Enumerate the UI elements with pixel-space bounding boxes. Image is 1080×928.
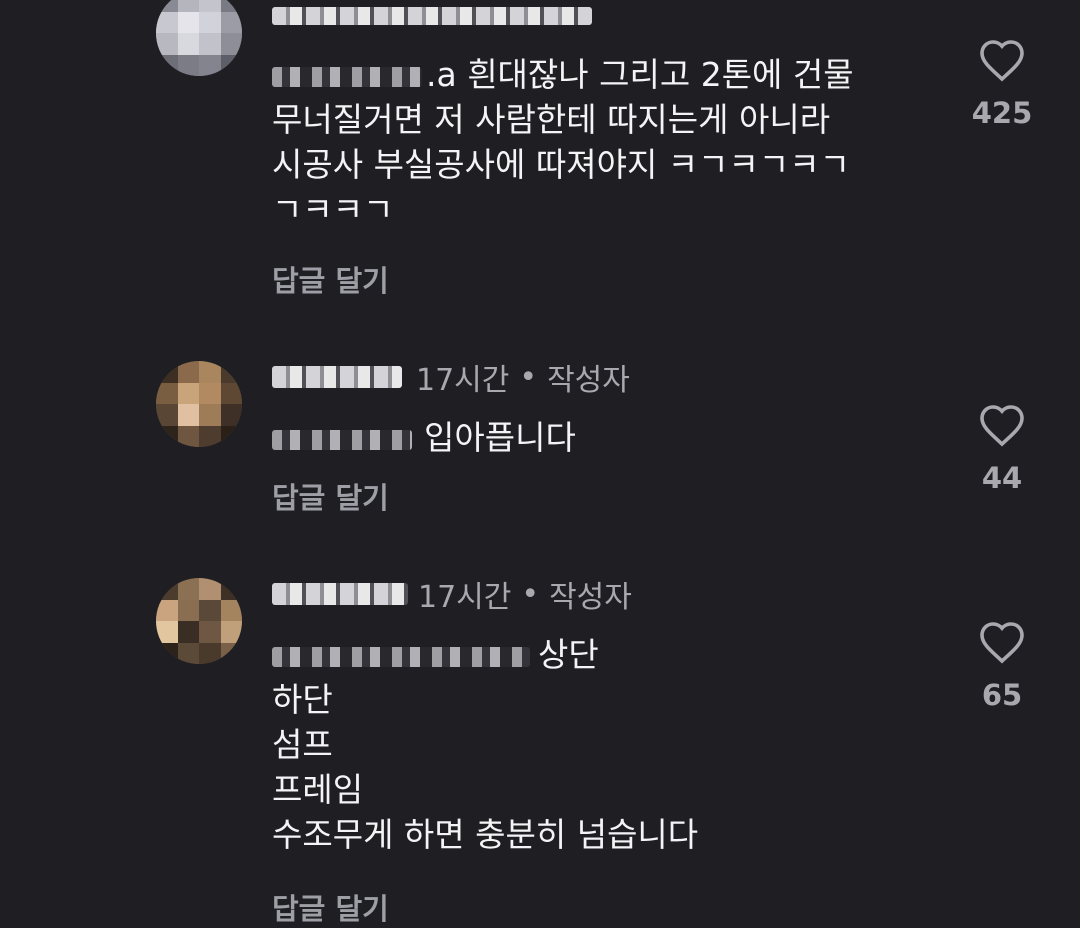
- avatar[interactable]: [156, 578, 242, 664]
- comment-line: ㄱㅋㅋㄱ: [272, 190, 394, 229]
- redacted-username[interactable]: [272, 7, 592, 25]
- like-button[interactable]: 44: [962, 403, 1042, 495]
- reply-button[interactable]: 답글 달기: [272, 258, 389, 300]
- avatar[interactable]: [156, 0, 242, 76]
- redacted-username[interactable]: [272, 583, 408, 605]
- comment-meta: [272, 0, 592, 36]
- meta-separator: •: [519, 359, 538, 395]
- comment-body: 상단 하단 섬프 프레임 수조무게 하면 충분히 넘습니다: [272, 632, 698, 857]
- comment-line: .a 흰대잖나 그리고 2톤에 건물: [272, 52, 854, 97]
- like-count: 44: [981, 461, 1023, 495]
- comment-item: 17시간 • 작성자 입아픕니다 답글 달기 44: [0, 355, 1080, 545]
- reply-button[interactable]: 답글 달기: [272, 475, 389, 517]
- comment-line: 수조무게 하면 충분히 넘습니다: [272, 815, 699, 854]
- like-count: 65: [981, 678, 1023, 712]
- like-count: 425: [971, 96, 1033, 130]
- comment-line: 하단: [272, 680, 333, 719]
- comment-item: .a 흰대잖나 그리고 2톤에 건물 무너질거면 저 사람한테 따지는게 아니라…: [0, 0, 1080, 330]
- reply-button[interactable]: 답글 달기: [272, 886, 389, 928]
- like-button[interactable]: 425: [962, 38, 1042, 130]
- comment-line: 섬프: [272, 725, 333, 764]
- comment-time: 17시간: [416, 363, 510, 398]
- comment-line: 입아픕니다: [272, 415, 576, 460]
- comment-line: 무너질거면 저 사람한테 따지는게 아니라: [272, 100, 831, 139]
- comment-body: 입아픕니다: [272, 415, 576, 460]
- avatar[interactable]: [156, 361, 242, 447]
- heart-outline-icon[interactable]: [978, 38, 1026, 82]
- comment-meta: 17시간 • 작성자: [272, 357, 630, 398]
- comment-line: 프레임: [272, 770, 364, 809]
- redacted-username[interactable]: [272, 366, 402, 388]
- redacted-mention[interactable]: [272, 646, 530, 667]
- comment-body: .a 흰대잖나 그리고 2톤에 건물 무너질거면 저 사람한테 따지는게 아니라…: [272, 52, 854, 232]
- heart-outline-icon[interactable]: [978, 403, 1026, 447]
- redacted-mention[interactable]: [272, 429, 412, 450]
- comment-item: 17시간 • 작성자 상단 하단 섬프 프레임 수조무게 하면 충분히 넘습니다…: [0, 572, 1080, 926]
- comment-line: 시공사 부실공사에 따져야지 ㅋㄱㅋㄱㅋㄱ: [272, 145, 850, 184]
- like-button[interactable]: 65: [962, 620, 1042, 712]
- comment-time: 17시간: [418, 580, 512, 615]
- heart-outline-icon[interactable]: [978, 620, 1026, 664]
- author-badge: 작성자: [547, 363, 630, 398]
- redacted-mention[interactable]: [272, 66, 422, 87]
- meta-separator: •: [521, 576, 540, 612]
- comment-line: 상단: [272, 632, 698, 677]
- author-badge: 작성자: [549, 580, 632, 615]
- comment-meta: 17시간 • 작성자: [272, 574, 632, 615]
